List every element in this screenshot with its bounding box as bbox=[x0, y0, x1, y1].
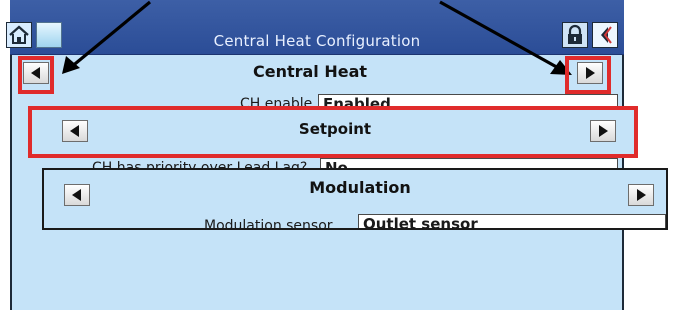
modulation-prev-button[interactable] bbox=[64, 184, 90, 206]
central-heat-prev-button[interactable] bbox=[23, 62, 49, 84]
setpoint-next-button[interactable] bbox=[590, 120, 616, 142]
left-arrow-icon bbox=[70, 125, 79, 137]
back-icon[interactable] bbox=[592, 22, 618, 48]
lock-icon[interactable] bbox=[562, 22, 588, 48]
modulation-title: Modulation bbox=[309, 178, 411, 197]
modulation-field-row: Modulation sensor Outlet sensor bbox=[44, 208, 666, 228]
modulation-sensor-field[interactable]: Outlet sensor bbox=[358, 214, 666, 228]
title-bar: Central Heat Configuration bbox=[10, 0, 624, 55]
setpoint-title: Setpoint bbox=[298, 120, 372, 138]
page-icon[interactable] bbox=[36, 22, 62, 48]
central-heat-next-button[interactable] bbox=[577, 62, 603, 84]
central-heat-title: Central Heat bbox=[252, 62, 368, 81]
right-arrow-icon bbox=[599, 125, 608, 137]
modulation-next-button[interactable] bbox=[628, 184, 654, 206]
right-arrow-icon bbox=[586, 67, 595, 79]
setpoint-prev-button[interactable] bbox=[62, 120, 88, 142]
modulation-sensor-label: Modulation sensor bbox=[204, 218, 333, 228]
right-arrow-icon bbox=[637, 189, 646, 201]
left-arrow-icon bbox=[31, 67, 40, 79]
window-title: Central Heat Configuration bbox=[213, 32, 421, 50]
home-icon[interactable] bbox=[6, 22, 32, 48]
left-arrow-icon bbox=[72, 189, 81, 201]
